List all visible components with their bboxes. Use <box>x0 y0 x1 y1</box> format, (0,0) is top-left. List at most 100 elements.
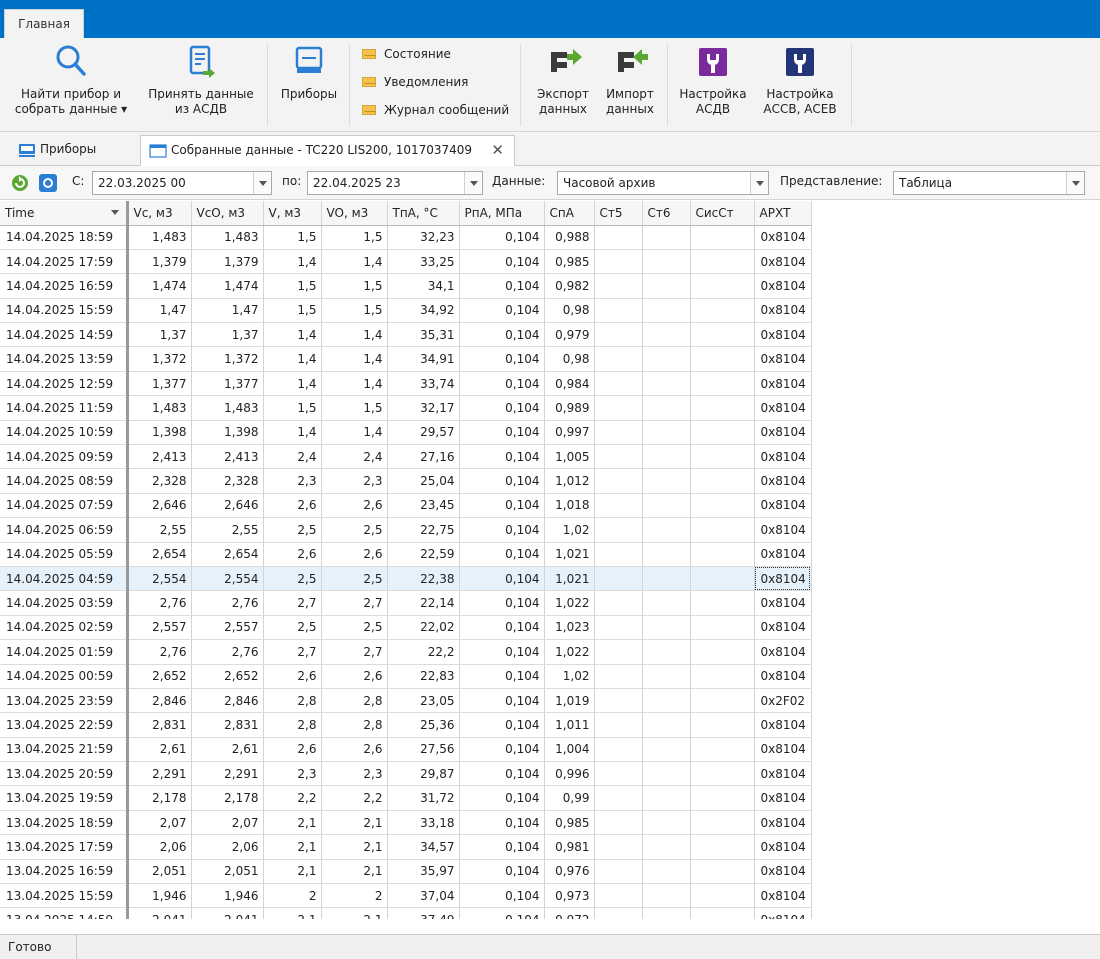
table-cell[interactable]: 2,413 <box>191 444 264 470</box>
table-cell[interactable] <box>690 590 755 616</box>
table-cell[interactable]: 14.04.2025 13:59 <box>0 346 129 372</box>
table-cell[interactable] <box>594 639 643 665</box>
table-cell[interactable]: 0x8104 <box>754 468 812 494</box>
table-cell[interactable] <box>594 907 643 919</box>
table-cell[interactable]: 2,8 <box>321 712 388 738</box>
table-cell[interactable]: 13.04.2025 17:59 <box>0 834 129 860</box>
table-cell[interactable] <box>642 664 691 689</box>
table-cell[interactable] <box>642 834 691 860</box>
table-cell[interactable]: 22,75 <box>387 517 460 543</box>
table-cell[interactable]: 2,328 <box>127 468 192 494</box>
table-cell[interactable] <box>690 883 755 909</box>
table-cell[interactable]: 0,104 <box>459 444 545 470</box>
table-row[interactable]: 14.04.2025 06:59 2,55 2,55 2,5 2,5 22,75 0,104… <box>0 517 812 543</box>
table-cell[interactable] <box>690 298 755 324</box>
ribbon-tab-home[interactable]: Главная <box>4 9 84 38</box>
table-cell[interactable]: 0,99 <box>544 785 595 811</box>
export-data-button[interactable]: Экспорт данных <box>528 42 598 117</box>
table-cell[interactable]: 2,5 <box>321 517 388 543</box>
table-cell[interactable] <box>642 420 691 446</box>
table-row[interactable]: 13.04.2025 14:592,0412,0412,12,137,490,1… <box>0 907 812 919</box>
table-cell[interactable]: 2,6 <box>263 493 322 519</box>
table-cell[interactable]: 0,104 <box>459 298 545 324</box>
table-row[interactable]: 14.04.2025 03:59 2,76 2,76 2,7 2,7 22,14 0,104… <box>0 590 812 616</box>
table-cell[interactable]: 2,8 <box>321 688 388 714</box>
table-cell[interactable]: 25,04 <box>387 468 460 494</box>
table-cell[interactable]: 13.04.2025 21:59 <box>0 737 129 763</box>
table-cell[interactable]: 2,1 <box>321 834 388 860</box>
table-cell[interactable]: 0,104 <box>459 225 545 250</box>
table-cell[interactable] <box>594 883 643 909</box>
table-cell[interactable]: 14.04.2025 10:59 <box>0 420 129 446</box>
table-cell[interactable]: 0x8104 <box>754 785 812 811</box>
table-cell[interactable]: 13.04.2025 23:59 <box>0 688 129 714</box>
table-row[interactable]: 14.04.2025 05:59 2,654 2,654 2,6 2,6 22,59 0,1… <box>0 542 812 567</box>
table-cell[interactable]: 0x8104 <box>754 907 812 919</box>
table-cell[interactable]: 0,104 <box>459 834 545 860</box>
table-cell[interactable]: 14.04.2025 08:59 <box>0 468 129 494</box>
table-cell[interactable]: 13.04.2025 15:59 <box>0 883 129 909</box>
table-row[interactable]: 14.04.2025 15:59 1,47 1,47 1,5 1,5 34,92 0,104… <box>0 298 812 324</box>
table-cell[interactable]: 34,57 <box>387 834 460 860</box>
table-cell[interactable]: 2,7 <box>263 590 322 616</box>
table-row[interactable]: 13.04.2025 17:59 2,06 2,06 2,1 2,1 34,57 0,104… <box>0 834 812 860</box>
table-cell[interactable]: 0,989 <box>544 395 595 421</box>
table-cell[interactable] <box>642 785 691 811</box>
table-cell[interactable]: 32,17 <box>387 395 460 421</box>
table-cell[interactable]: 1,474 <box>191 273 264 299</box>
table-cell[interactable]: 2,291 <box>127 761 192 787</box>
table-cell[interactable]: 0,98 <box>544 346 595 372</box>
table-cell[interactable] <box>690 761 755 787</box>
table-cell[interactable]: 1,4 <box>321 371 388 397</box>
table-cell[interactable]: 13.04.2025 18:59 <box>0 810 129 836</box>
table-cell[interactable] <box>642 444 691 470</box>
table-cell[interactable]: 1,4 <box>321 322 388 348</box>
table-cell[interactable] <box>690 273 755 299</box>
table-cell[interactable]: 2,61 <box>191 737 264 763</box>
table-cell[interactable]: 2,328 <box>191 468 264 494</box>
table-cell[interactable] <box>594 322 643 348</box>
table-cell[interactable]: 2,1 <box>263 859 322 885</box>
table-row[interactable]: 14.04.2025 07:59 2,646 2,646 2,6 2,6 23,45 0,1… <box>0 493 812 519</box>
table-cell[interactable]: 2,6 <box>321 493 388 519</box>
table-cell[interactable]: 34,1 <box>387 273 460 299</box>
table-cell[interactable]: 13.04.2025 16:59 <box>0 859 129 885</box>
column-header[interactable]: Vc, м3 <box>127 201 192 226</box>
table-cell[interactable] <box>594 371 643 397</box>
table-cell[interactable] <box>690 322 755 348</box>
column-header[interactable]: Cт5 <box>594 201 643 226</box>
table-cell[interactable] <box>642 737 691 763</box>
from-date-select[interactable]: 22.03.2025 00 <box>92 171 272 195</box>
table-cell[interactable]: 2,557 <box>191 615 264 641</box>
table-cell[interactable] <box>594 225 643 250</box>
table-cell[interactable] <box>642 322 691 348</box>
table-cell[interactable] <box>642 615 691 641</box>
table-cell[interactable] <box>690 420 755 446</box>
table-row[interactable]: 13.04.2025 15:59 1,946 1,946 2 2 37,04 0,104 0,… <box>0 883 812 909</box>
table-cell[interactable]: 2,646 <box>127 493 192 519</box>
receive-data-button[interactable]: Принять данные из АСДВ <box>140 42 262 117</box>
table-cell[interactable]: 0,981 <box>544 834 595 860</box>
table-cell[interactable]: 23,05 <box>387 688 460 714</box>
table-cell[interactable]: 27,16 <box>387 444 460 470</box>
table-cell[interactable] <box>642 859 691 885</box>
table-cell[interactable] <box>690 907 755 919</box>
table-cell[interactable]: 14.04.2025 16:59 <box>0 273 129 299</box>
table-cell[interactable]: 1,47 <box>127 298 192 324</box>
table-cell[interactable] <box>642 517 691 543</box>
table-cell[interactable]: 2,76 <box>127 639 192 665</box>
table-row[interactable]: 14.04.2025 18:59 1,483 1,483 1,5 1,5 32,23 0,1… <box>0 225 812 250</box>
table-cell[interactable]: 1,011 <box>544 712 595 738</box>
table-cell[interactable]: 1,5 <box>321 273 388 299</box>
table-cell[interactable]: 0,104 <box>459 517 545 543</box>
table-cell[interactable]: 0x8104 <box>754 737 812 763</box>
table-cell[interactable]: 0,104 <box>459 737 545 763</box>
table-cell[interactable]: 0x8104 <box>754 883 812 909</box>
table-cell[interactable] <box>594 785 643 811</box>
table-row[interactable]: 14.04.2025 08:59 2,328 2,328 2,3 2,3 25,04 0,1… <box>0 468 812 494</box>
table-cell[interactable] <box>642 249 691 275</box>
table-cell[interactable]: 0,104 <box>459 420 545 446</box>
table-cell[interactable]: 14.04.2025 03:59 <box>0 590 129 616</box>
table-cell[interactable]: 2,6 <box>321 542 388 567</box>
table-row[interactable]: 14.04.2025 12:59 1,377 1,377 1,4 1,4 33,74 0,1… <box>0 371 812 397</box>
